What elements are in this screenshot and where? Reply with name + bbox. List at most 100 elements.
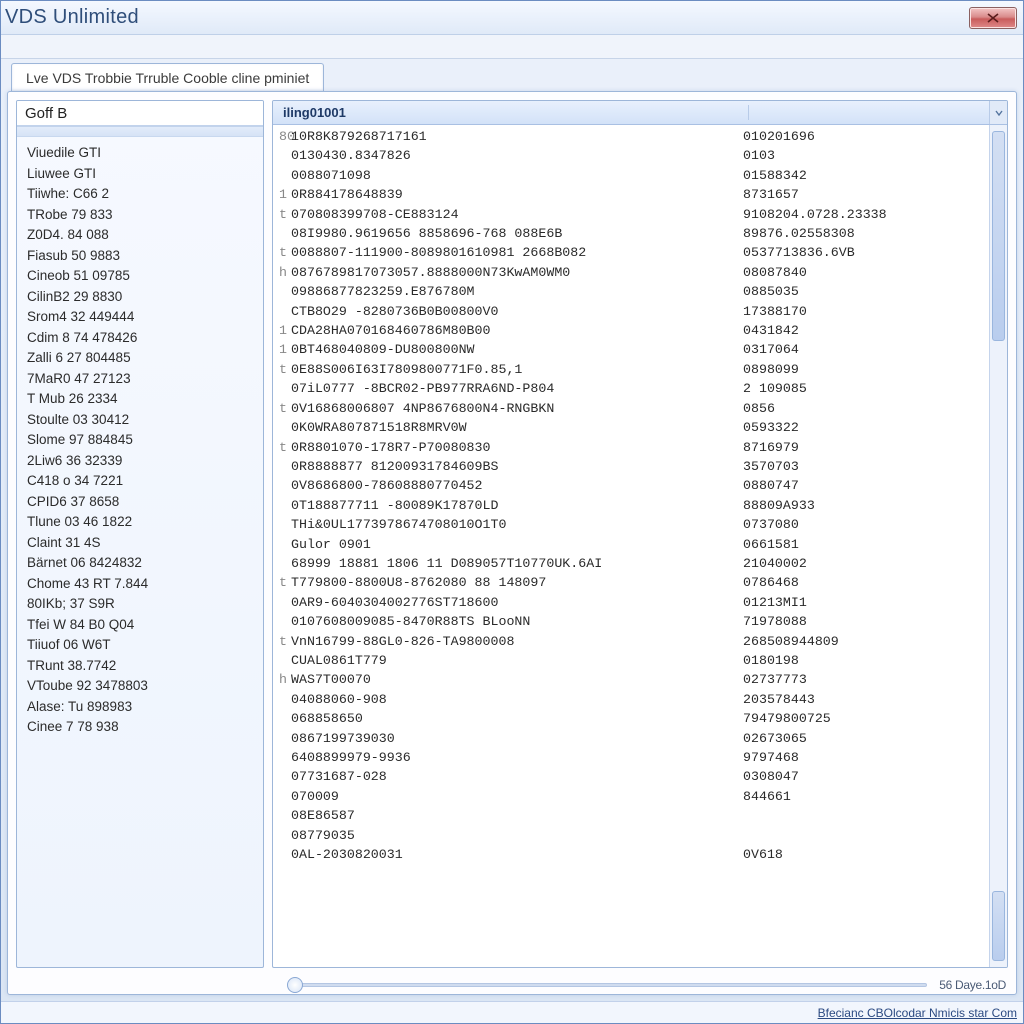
sidebar-item[interactable]: Liuwee GTI [21,164,259,185]
sidebar-item[interactable]: 80IKb; 37 S9R [21,594,259,615]
data-row[interactable]: 8010R8K879268717161010201696 [273,127,989,146]
app-window: VDS Unlimited Lve VDS Trobbie Trruble Co… [0,0,1024,1024]
data-row[interactable]: 04088060-908203578443 [273,690,989,709]
sidebar-item[interactable]: Bärnet 06 8424832 [21,553,259,574]
sidebar-item[interactable]: Cdim 8 74 478426 [21,328,259,349]
data-row[interactable]: t0088807-111900-8089801610981 2668B08205… [273,243,989,262]
data-row[interactable]: 0130430.83478260103 [273,146,989,165]
cell-b: 02737773 [743,670,983,689]
column-header-a[interactable]: iling01001 [273,105,749,120]
data-row[interactable]: 0R8888877 81200931784609BS3570703 [273,457,989,476]
vertical-scrollbar[interactable] [989,125,1007,967]
sidebar-item[interactable]: VToube 92 3478803 [21,676,259,697]
data-row[interactable]: CTB8O29 -8280736B0B00800V017388170 [273,302,989,321]
data-row[interactable]: t0V16868006807 4NP8676800N4-RNGBKN0856 [273,399,989,418]
data-row[interactable]: 08779035 [273,826,989,845]
data-row[interactable]: 008807109801588342 [273,166,989,185]
cell-a: 0088071098 [291,166,743,185]
row-marker [279,224,291,243]
data-row[interactable]: t070808399708-CE8831249108204.0728.23338 [273,205,989,224]
sidebar-item[interactable]: Z0D4. 84 088 [21,225,259,246]
sidebar-item[interactable]: T Mub 26 2334 [21,389,259,410]
sidebar-item[interactable]: 7MaR0 47 27123 [21,369,259,390]
cell-b: 3570703 [743,457,983,476]
sidebar-item[interactable]: TRunt 38.7742 [21,656,259,677]
sidebar-item[interactable]: Stoulte 03 30412 [21,410,259,431]
sidebar-item[interactable]: Tfei W 84 B0 Q04 [21,615,259,636]
data-row[interactable]: 08I9980.9619656 8858696-768 088E6B89876.… [273,224,989,243]
row-marker [279,146,291,165]
sidebar-item[interactable]: Cinee 7 78 938 [21,717,259,738]
sidebar-item[interactable]: Alase: Tu 898983 [21,697,259,718]
panels: Goff B Viuedile GTILiuwee GTITiiwhe: C66… [8,92,1016,976]
data-panel: iling01001 8010R8K8792687171610102016960… [272,100,1008,968]
data-row[interactable]: 10R8841786488398731657 [273,185,989,204]
data-row[interactable]: tT779800-8800U8-8762080 88 1480970786468 [273,573,989,592]
sidebar-item[interactable]: Fiasub 50 9883 [21,246,259,267]
sidebar-item[interactable]: Slome 97 884845 [21,430,259,451]
cell-a: 07731687-028 [291,767,743,786]
sidebar-item[interactable]: Claint 31 4S [21,533,259,554]
data-row[interactable]: 0V8686800-786088807704520880747 [273,476,989,495]
cell-b [743,806,983,825]
cell-b: 268508944809 [743,632,983,651]
cell-b: 2 109085 [743,379,983,398]
sidebar-item[interactable]: Viuedile GTI [21,143,259,164]
data-row[interactable]: 07iL0777 -8BCR02-PB977RRA6ND-P8042 10908… [273,379,989,398]
row-marker [279,535,291,554]
data-row[interactable]: hWAS7T0007002737773 [273,670,989,689]
data-row[interactable]: t0E88S006I63I7809800771F0.85,10898099 [273,360,989,379]
row-marker: h [279,670,291,689]
data-row[interactable]: 0T188877711 -80089K17870LD88809A933 [273,496,989,515]
sidebar-item[interactable]: 2Liw6 36 32339 [21,451,259,472]
window-close-button[interactable] [969,7,1017,29]
data-row[interactable]: 0K0WRA807871518R8MRV0W0593322 [273,418,989,437]
cell-a: THi&0UL1773978674708010O1T0 [291,515,743,534]
cell-b: 203578443 [743,690,983,709]
scroll-up-button[interactable] [989,101,1007,124]
data-row[interactable]: 68999 18881 1806 11 D089057T10770UK.6AI2… [273,554,989,573]
data-row[interactable]: CUAL0861T7790180198 [273,651,989,670]
status-bar: Bfecianc CBOlcodar Nmicis star Com [1,1001,1023,1023]
data-row[interactable]: 086719973903002673065 [273,729,989,748]
data-row[interactable]: 08E86587 [273,806,989,825]
cell-a: 070808399708-CE883124 [291,205,743,224]
row-marker [279,418,291,437]
slider-thumb[interactable] [287,977,303,993]
data-row[interactable]: 0AR9-6040304002776ST71860001213MI1 [273,593,989,612]
sidebar-item[interactable]: C418 o 34 7221 [21,471,259,492]
data-row[interactable]: 6408899979-99369797468 [273,748,989,767]
data-row[interactable]: THi&0UL1773978674708010O1T00737080 [273,515,989,534]
sidebar-item[interactable]: CPID6 37 8658 [21,492,259,513]
data-row[interactable]: 06885865079479800725 [273,709,989,728]
sidebar-item[interactable]: Srom4 32 449444 [21,307,259,328]
sidebar-item[interactable]: Tiiwhe: C66 2 [21,184,259,205]
sidebar-item[interactable]: Zalli 6 27 804485 [21,348,259,369]
data-row[interactable]: tVnN16799-88GL0-826-TA980000826850894480… [273,632,989,651]
sidebar-item[interactable]: CilinB2 29 8830 [21,287,259,308]
data-row[interactable]: 0AL-20308200310V618 [273,845,989,864]
data-row[interactable]: 070009844661 [273,787,989,806]
sidebar-item[interactable]: Tiiuof 06 W6T [21,635,259,656]
data-row[interactable]: Gulor 09010661581 [273,535,989,554]
data-row[interactable]: 10BT468040809-DU800800NW0317064 [273,340,989,359]
scrollbar-thumb-secondary[interactable] [992,891,1005,961]
sidebar-item[interactable]: Chome 43 RT 7.844 [21,574,259,595]
sidebar-item[interactable]: Cineob 51 09785 [21,266,259,287]
data-row[interactable]: t0R8801070-178R7-P700808308716979 [273,438,989,457]
status-link[interactable]: Bfecianc CBOlcodar Nmicis star Com [818,1006,1017,1020]
scrollbar-thumb[interactable] [992,131,1005,341]
tab-main[interactable]: Lve VDS Trobbie Trruble Cooble cline pmi… [11,63,324,91]
data-row[interactable]: 07731687-0280308047 [273,767,989,786]
slider-track[interactable] [290,983,927,987]
sidebar-item[interactable]: TRobe 79 833 [21,205,259,226]
cell-b: 0308047 [743,767,983,786]
data-row[interactable]: h0876789817073057.8888000N73KwAM0WM00808… [273,263,989,282]
data-row[interactable]: 09886877823259.E876780M0885035 [273,282,989,301]
row-marker [279,690,291,709]
data-row[interactable]: 1CDA28HA070168460786M80B000431842 [273,321,989,340]
data-row[interactable]: 0107608009085-8470R88TS BLooNN71978088 [273,612,989,631]
cell-b: 0431842 [743,321,983,340]
sidebar-item[interactable]: Tlune 03 46 1822 [21,512,259,533]
sidebar-list: Viuedile GTILiuwee GTITiiwhe: C66 2TRobe… [17,137,263,967]
